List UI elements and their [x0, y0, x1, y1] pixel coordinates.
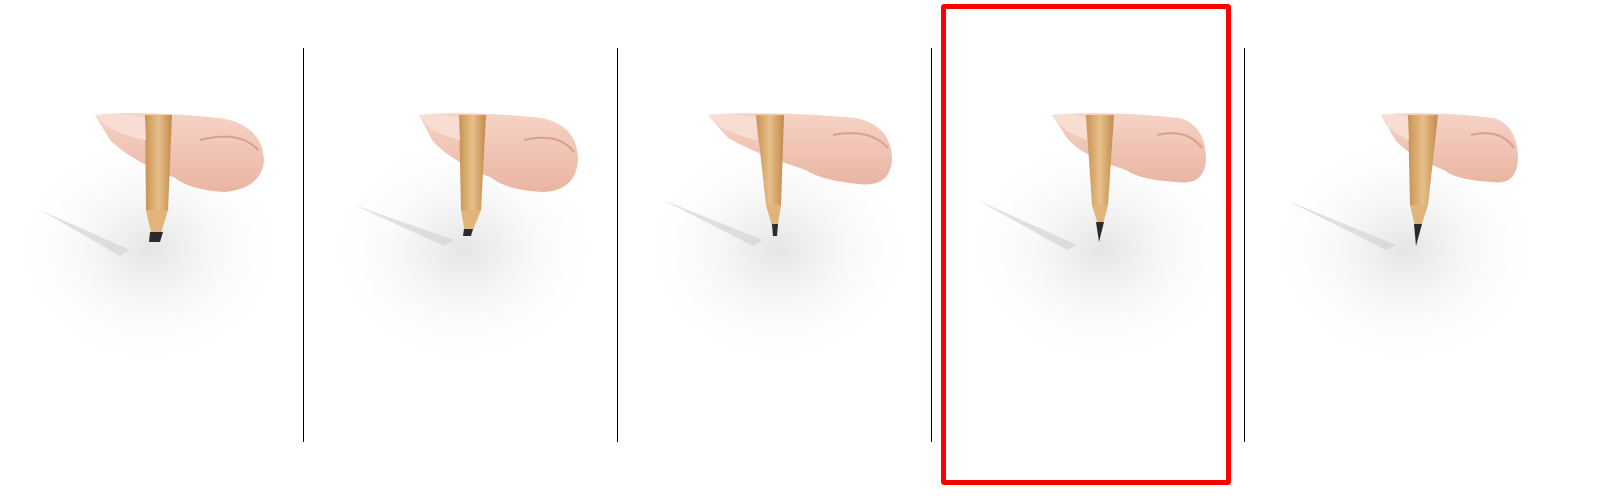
pencil-tip-image-3[interactable] [628, 0, 948, 500]
pencil-tip-image-4[interactable] [942, 0, 1262, 500]
pencil-tip-image-5[interactable] [1256, 0, 1576, 500]
pencil-tip-image-2[interactable] [314, 0, 634, 500]
gallery-panel-1[interactable] [0, 0, 320, 500]
pencil-tip-image-1[interactable] [0, 0, 320, 500]
panel-divider-4 [1244, 48, 1245, 442]
panel-divider-2 [617, 48, 618, 442]
gallery-panel-4[interactable] [942, 0, 1262, 500]
panel-divider-3 [931, 48, 932, 442]
image-gallery-strip [0, 0, 1600, 500]
gallery-panel-5[interactable] [1256, 0, 1576, 500]
panel-divider-1 [303, 48, 304, 442]
gallery-panel-2[interactable] [314, 0, 634, 500]
gallery-panel-3[interactable] [628, 0, 948, 500]
